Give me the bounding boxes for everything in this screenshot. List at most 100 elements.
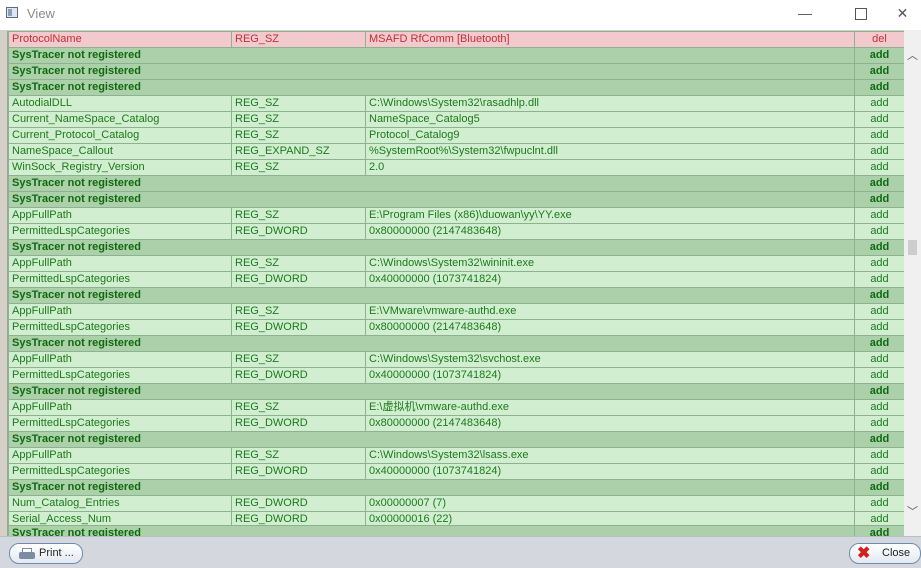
table-row[interactable]: SysTracer not registered add <box>8 239 904 256</box>
table-row[interactable]: PermittedLspCategories REG_DWORD 0x8000000… <box>8 319 904 336</box>
row-action[interactable]: add <box>854 79 904 96</box>
row-action[interactable]: add <box>854 367 904 384</box>
row-name: SysTracer not registered <box>8 79 855 96</box>
row-action[interactable]: add <box>854 191 904 208</box>
row-value: E:\虚拟机\vmware-authd.exe <box>365 399 855 416</box>
row-name: SysTracer not registered <box>8 431 855 448</box>
table-row[interactable]: NameSpace_Callout REG_EXPAND_SZ %SystemRoo… <box>8 143 904 160</box>
table-row[interactable]: AppFullPath REG_SZ E:\Program Files (x86)\… <box>8 207 904 224</box>
row-action[interactable]: add <box>854 495 904 512</box>
row-value: 2.0 <box>365 159 855 176</box>
scroll-thumb[interactable] <box>908 240 917 255</box>
row-action[interactable]: del <box>854 31 904 48</box>
table-row[interactable]: PermittedLspCategories REG_DWORD 0x8000000… <box>8 223 904 240</box>
table-row[interactable]: PermittedLspCategories REG_DWORD 0x4000000… <box>8 271 904 288</box>
row-name: SysTracer not registered <box>8 239 855 256</box>
row-action[interactable]: add <box>854 111 904 128</box>
row-action[interactable]: add <box>854 447 904 464</box>
row-action[interactable]: add <box>854 255 904 272</box>
table-row[interactable]: PermittedLspCategories REG_DWORD 0x4000000… <box>8 367 904 384</box>
table-row[interactable]: AppFullPath REG_SZ C:\Windows\System32\win… <box>8 255 904 272</box>
print-button[interactable]: Print ... <box>9 543 83 564</box>
row-action[interactable]: add <box>854 223 904 240</box>
table-row[interactable]: SysTracer not registered add <box>8 175 904 192</box>
row-name: AppFullPath <box>8 303 232 320</box>
table-row[interactable]: AppFullPath REG_SZ C:\Windows\System32\svc… <box>8 351 904 368</box>
row-type: REG_SZ <box>231 351 366 368</box>
row-action[interactable]: add <box>854 175 904 192</box>
row-name: Current_NameSpace_Catalog <box>8 111 232 128</box>
footer-bar: Print ... ✖ Close <box>0 536 921 568</box>
window-title: View <box>27 6 55 21</box>
row-action[interactable]: add <box>854 303 904 320</box>
close-x-icon: ✖ <box>857 545 871 562</box>
scroll-down-arrow[interactable]: ﹀ <box>904 504 921 521</box>
row-value: Protocol_Catalog9 <box>365 127 855 144</box>
table-row[interactable]: SysTracer not registered add <box>8 383 904 400</box>
row-action[interactable]: add <box>854 127 904 144</box>
row-action[interactable]: add <box>854 287 904 304</box>
row-type: REG_SZ <box>231 127 366 144</box>
row-type: REG_SZ <box>231 159 366 176</box>
row-name: AppFullPath <box>8 447 232 464</box>
row-action[interactable]: add <box>854 271 904 288</box>
row-action[interactable]: add <box>854 431 904 448</box>
scroll-up-arrow[interactable]: ︿ <box>904 48 921 65</box>
table-row[interactable]: AppFullPath REG_SZ C:\Windows\System32\lsa… <box>8 447 904 464</box>
window-close-button[interactable]: ✕ <box>884 0 921 28</box>
table-row[interactable]: AutodialDLL REG_SZ C:\Windows\System32\ras… <box>8 95 904 112</box>
printer-icon <box>19 548 35 559</box>
row-action[interactable]: add <box>854 479 904 496</box>
table-row[interactable]: SysTracer not registered add <box>8 47 904 64</box>
row-action[interactable]: add <box>854 415 904 432</box>
row-action[interactable]: add <box>854 47 904 64</box>
minimize-button[interactable]: — <box>782 0 828 28</box>
row-name: NameSpace_Callout <box>8 143 232 160</box>
vertical-scrollbar[interactable]: ︿ ﹀ <box>904 30 921 536</box>
row-action[interactable]: add <box>854 463 904 480</box>
row-value: %SystemRoot%\System32\fwpuclnt.dll <box>365 143 855 160</box>
table-row[interactable]: PermittedLspCategories REG_DWORD 0x8000000… <box>8 415 904 432</box>
close-button[interactable]: ✖ Close <box>849 543 921 564</box>
row-action[interactable]: add <box>854 319 904 336</box>
row-type: REG_SZ <box>231 207 366 224</box>
row-type: REG_DWORD <box>231 367 366 384</box>
row-name: Num_Catalog_Entries <box>8 495 232 512</box>
row-name: SysTracer not registered <box>8 383 855 400</box>
table-row[interactable]: SysTracer not registered add <box>8 479 904 496</box>
table-row[interactable]: Num_Catalog_Entries REG_DWORD 0x00000007 (… <box>8 495 904 512</box>
table-row[interactable]: SysTracer not registered add <box>8 335 904 352</box>
table-row[interactable]: Current_NameSpace_Catalog REG_SZ NameSpace… <box>8 111 904 128</box>
table-row-partial[interactable]: SysTracer not registered add <box>8 525 904 536</box>
table-row[interactable]: ProtocolName REG_SZ MSAFD RfComm [Bluetoot… <box>8 31 904 48</box>
table-row[interactable]: SysTracer not registered add <box>8 79 904 96</box>
table-row[interactable]: SysTracer not registered add <box>8 191 904 208</box>
maximize-button[interactable] <box>838 0 884 28</box>
row-value: 0x80000000 (2147483648) <box>365 223 855 240</box>
row-action[interactable]: add <box>854 351 904 368</box>
row-action[interactable]: add <box>854 399 904 416</box>
row-action[interactable]: add <box>854 335 904 352</box>
row-value: 0x40000000 (1073741824) <box>365 271 855 288</box>
row-action[interactable]: add <box>854 143 904 160</box>
registry-grid[interactable]: ProtocolName REG_SZ MSAFD RfComm [Bluetoot… <box>7 31 904 536</box>
table-row[interactable]: WinSock_Registry_Version REG_SZ 2.0 add <box>8 159 904 176</box>
row-action[interactable]: add <box>854 95 904 112</box>
row-type: REG_DWORD <box>231 271 366 288</box>
table-row[interactable]: PermittedLspCategories REG_DWORD 0x4000000… <box>8 463 904 480</box>
table-row[interactable]: Current_Protocol_Catalog REG_SZ Protocol_C… <box>8 127 904 144</box>
row-action[interactable]: add <box>854 207 904 224</box>
row-action[interactable]: add <box>854 525 904 536</box>
row-action[interactable]: add <box>854 159 904 176</box>
table-row[interactable]: AppFullPath REG_SZ E:\VMware\vmware-authd.… <box>8 303 904 320</box>
row-type: REG_SZ <box>231 95 366 112</box>
row-value: MSAFD RfComm [Bluetooth] <box>365 31 855 48</box>
table-row[interactable]: SysTracer not registered add <box>8 431 904 448</box>
table-row[interactable]: SysTracer not registered add <box>8 287 904 304</box>
table-row[interactable]: SysTracer not registered add <box>8 63 904 80</box>
row-action[interactable]: add <box>854 383 904 400</box>
row-action[interactable]: add <box>854 239 904 256</box>
row-value: C:\Windows\System32\lsass.exe <box>365 447 855 464</box>
table-row[interactable]: AppFullPath REG_SZ E:\虚拟机\vmware-authd.exe… <box>8 399 904 416</box>
row-action[interactable]: add <box>854 63 904 80</box>
